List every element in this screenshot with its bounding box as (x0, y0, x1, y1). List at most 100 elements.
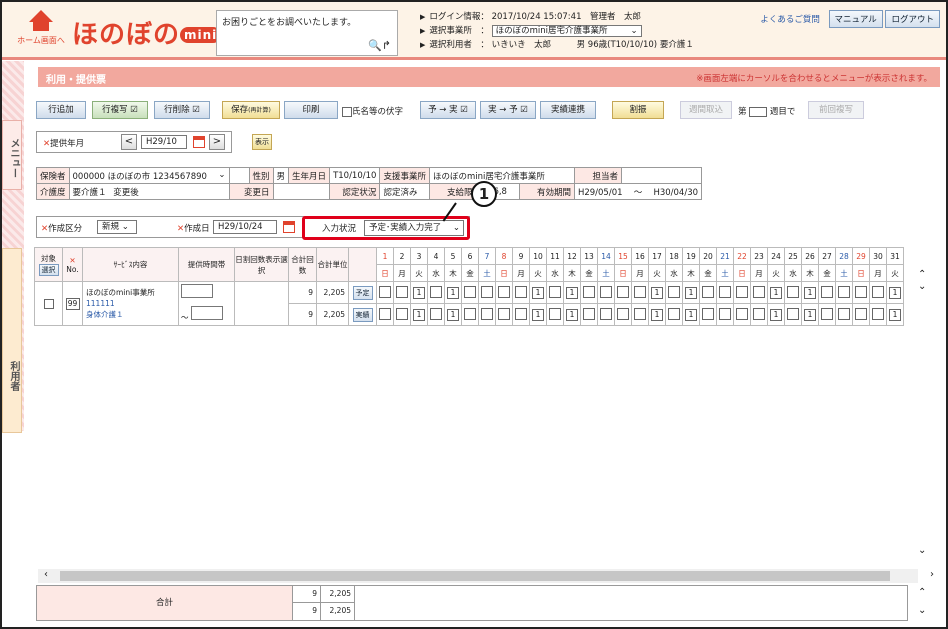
faq-link[interactable]: よくあるご質問 (760, 15, 820, 25)
print-button[interactable]: 印刷 (284, 101, 338, 119)
actual-to-plan-button[interactable]: 実 → 予 ☑ (480, 101, 536, 119)
plan-day-1[interactable] (379, 285, 391, 298)
plan-day-15[interactable] (617, 285, 629, 298)
footer-scroll-up-icon[interactable]: ⌃ (918, 587, 926, 598)
actual-day-13[interactable] (583, 307, 595, 320)
service-link[interactable]: 身体介護１ (86, 309, 178, 320)
plan-day-18[interactable] (668, 285, 680, 298)
plan-day-4[interactable] (430, 285, 442, 298)
mask-name-checkbox[interactable]: 氏名等の伏字 (342, 105, 403, 117)
delete-row-button[interactable]: 行削除 ☑ (154, 101, 210, 119)
select-all-button[interactable]: 選択 (38, 264, 59, 276)
actual-day-20[interactable] (702, 307, 714, 320)
actual-day-17[interactable]: 1 (651, 308, 663, 321)
plan-day-26[interactable]: 1 (804, 286, 816, 299)
actual-day-6[interactable] (464, 307, 476, 320)
plan-day-20[interactable] (702, 285, 714, 298)
create-date-input[interactable]: H29/10/24 (213, 220, 277, 234)
plan-day-9[interactable] (515, 285, 527, 298)
plan-day-11[interactable] (549, 285, 561, 298)
plan-day-21[interactable] (719, 285, 731, 298)
scroll-down-end-icon[interactable]: ⌄ (918, 545, 926, 556)
plan-day-13[interactable] (583, 285, 595, 298)
actual-day-1[interactable] (379, 307, 391, 320)
actual-day-19[interactable]: 1 (685, 308, 697, 321)
time-start-input[interactable] (181, 284, 213, 298)
actual-day-16[interactable] (634, 307, 646, 320)
actual-day-12[interactable]: 1 (566, 308, 578, 321)
plan-day-31[interactable]: 1 (889, 286, 901, 299)
prev-month-button[interactable]: < (121, 134, 137, 150)
footer-scroll-down-icon[interactable]: ⌄ (918, 605, 926, 616)
plan-button[interactable]: 予定 (352, 285, 373, 300)
actual-day-10[interactable]: 1 (532, 308, 544, 321)
plan-day-19[interactable]: 1 (685, 286, 697, 299)
plan-day-17[interactable]: 1 (651, 286, 663, 299)
prev-copy-button[interactable]: 前回複写 (808, 101, 864, 119)
row-target-checkbox[interactable] (43, 298, 54, 309)
scroll-right-icon[interactable]: › (930, 569, 934, 580)
plan-day-24[interactable]: 1 (770, 286, 782, 299)
actual-day-18[interactable] (668, 307, 680, 320)
actual-day-23[interactable] (753, 307, 765, 320)
actual-day-26[interactable]: 1 (804, 308, 816, 321)
actual-day-14[interactable] (600, 307, 612, 320)
logout-button[interactable]: ログアウト (885, 10, 940, 28)
actual-day-21[interactable] (719, 307, 731, 320)
home-button[interactable]: ホーム画面へ (16, 10, 66, 54)
plan-day-23[interactable] (753, 285, 765, 298)
save-button[interactable]: 保存(再計算) (222, 101, 280, 119)
scroll-left-icon[interactable]: ‹ (44, 569, 48, 580)
actual-day-27[interactable] (821, 307, 833, 320)
create-type-select[interactable]: 新規 ⌄ (97, 220, 137, 234)
actual-day-11[interactable] (549, 307, 561, 320)
plan-day-29[interactable] (855, 285, 867, 298)
side-menu-tab[interactable]: メニュー (2, 120, 22, 190)
plan-day-5[interactable]: 1 (447, 286, 459, 299)
actual-day-8[interactable] (498, 307, 510, 320)
scroll-up-icon[interactable]: ⌃ (918, 269, 926, 280)
plan-day-12[interactable]: 1 (566, 286, 578, 299)
actual-day-24[interactable]: 1 (770, 308, 782, 321)
scroll-down-icon[interactable]: ⌄ (918, 281, 926, 292)
plan-day-27[interactable] (821, 285, 833, 298)
actual-day-30[interactable] (872, 307, 884, 320)
plan-day-14[interactable] (600, 285, 612, 298)
calendar-icon[interactable] (193, 136, 205, 148)
side-user-tab[interactable]: 利用者 (2, 248, 22, 433)
actual-day-25[interactable] (787, 307, 799, 320)
actual-day-5[interactable]: 1 (447, 308, 459, 321)
actual-button[interactable]: 実績 (352, 307, 373, 322)
plan-day-10[interactable]: 1 (532, 286, 544, 299)
add-row-button[interactable]: 行追加 (36, 101, 86, 119)
copy-row-button[interactable]: 行複写 ☑ (92, 101, 148, 119)
show-button[interactable]: 表示 (252, 134, 272, 150)
plan-day-7[interactable] (481, 285, 493, 298)
actual-day-9[interactable] (515, 307, 527, 320)
manual-button[interactable]: マニュアル (828, 10, 883, 28)
actual-day-3[interactable]: 1 (413, 308, 425, 321)
actual-link-button[interactable]: 実績連携 (540, 101, 596, 119)
plan-day-16[interactable] (634, 285, 646, 298)
actual-day-29[interactable] (855, 307, 867, 320)
actual-day-2[interactable] (396, 307, 408, 320)
help-search-input[interactable]: お困りごとをお調べいたします。 🔍↱ (216, 10, 398, 56)
actual-day-22[interactable] (736, 307, 748, 320)
actual-day-28[interactable] (838, 307, 850, 320)
actual-day-4[interactable] (430, 307, 442, 320)
plan-day-3[interactable]: 1 (413, 286, 425, 299)
create-calendar-icon[interactable] (283, 221, 295, 233)
plan-day-6[interactable] (464, 285, 476, 298)
actual-day-31[interactable]: 1 (889, 308, 901, 321)
horizontal-scrollbar[interactable]: ‹ › (38, 569, 934, 583)
plan-to-actual-button[interactable]: 予 → 実 ☑ (420, 101, 476, 119)
next-month-button[interactable]: > (209, 134, 225, 150)
month-input[interactable]: H29/10 (141, 135, 187, 149)
plan-day-22[interactable] (736, 285, 748, 298)
split-button[interactable]: 割振 (612, 101, 664, 119)
plan-day-25[interactable] (787, 285, 799, 298)
time-end-input[interactable] (190, 306, 223, 320)
plan-day-30[interactable] (872, 285, 884, 298)
week-number-input[interactable] (749, 106, 768, 117)
plan-day-8[interactable] (498, 285, 510, 298)
